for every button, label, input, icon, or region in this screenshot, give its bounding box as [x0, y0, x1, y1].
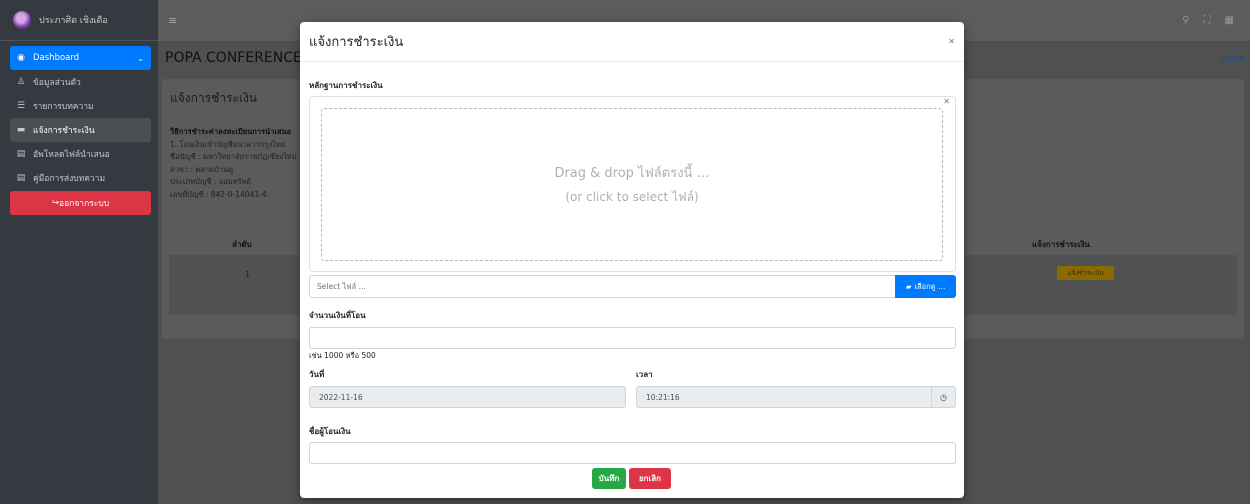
sidebar-item-label: อัพโหลดไฟล์นำเสนอ [33, 150, 110, 160]
brand-name: ประภาศิต เชิงเดือ [39, 16, 108, 26]
sign-out-icon: ↪ [51, 198, 59, 208]
method-line: ชื่อบัญชี : มหาวิทยาลัยราชภัฏเชียงใหม่ [170, 152, 297, 161]
sidebar-item-articles[interactable]: ☰ รายการบทความ [10, 94, 151, 118]
save-button[interactable]: บันทึก [592, 468, 626, 489]
row-number: 1 [245, 270, 251, 279]
date-input[interactable]: 2022-11-16 [309, 386, 626, 408]
method-line: 1. โอนเงินเข้าบัญชีธนาคารกรุงไทย [170, 139, 286, 149]
time-input[interactable]: 10:21:16 [636, 386, 932, 408]
page-title: POPA CONFERENCE [165, 50, 302, 66]
amount-label: จำนวนเงินที่โอน [309, 311, 366, 320]
notify-payment-button[interactable]: แจ้งชำระเงิน [1057, 266, 1114, 280]
grid-icon[interactable]: ▦ [1225, 15, 1234, 26]
modal-title: แจ้งการชำระเงิน [309, 35, 404, 50]
browse-button[interactable]: ▰ เลือกดู … [895, 275, 956, 298]
breadcrumb-home[interactable]: Home [1220, 54, 1244, 63]
column-header-number: ลำดับ [232, 240, 252, 249]
sidebar-item-label: ข้อมูลส่วนตัว [33, 78, 81, 88]
list-icon: ☰ [16, 101, 26, 111]
method-line: เลขที่บัญชี : 842-0-14041-4 [170, 189, 267, 199]
sidebar-item-label: รายการบทความ [33, 102, 94, 112]
hamburger-menu-icon[interactable]: ≡ [168, 14, 177, 27]
modal-header: แจ้งการชำระเงิน ✕ [300, 22, 964, 62]
search-icon[interactable]: ⚲ [1182, 15, 1189, 26]
file-caption-input[interactable]: Select ไฟล์ ... [309, 275, 895, 298]
chevron-down-icon: ⌄ [137, 53, 144, 63]
user-avatar [13, 11, 31, 29]
sidebar-nav: ◉ Dashboard ⌄ ♙ ข้อมูลส่วนตัว ☰ รายการบท… [0, 41, 158, 215]
clock-icon[interactable]: ◷ [932, 386, 956, 408]
method-line: ประเภทบัญชี : ออมทรัพย์ [170, 177, 252, 186]
sidebar-item-dashboard[interactable]: ◉ Dashboard ⌄ [10, 46, 151, 70]
date-label: วันที่ [309, 370, 325, 379]
file-dropzone[interactable]: Drag & drop ไฟล์ตรงนี้ … (or click to se… [321, 108, 943, 261]
file-icon: ▤ [16, 173, 26, 183]
user-icon: ♙ [16, 77, 26, 87]
method-line: สาขา : ตลาดบ้านดู่ [170, 164, 233, 174]
amount-help-text: เช่น 1000 หรือ 500 [309, 351, 376, 360]
dropzone-text: Drag & drop ไฟล์ตรงนี้ … [554, 166, 710, 181]
browse-label: เลือกดู … [914, 281, 946, 291]
file-upload-icon: ▤ [16, 149, 26, 159]
fullscreen-icon[interactable]: ⛶ [1204, 15, 1211, 26]
sidebar-item-manual[interactable]: ▤ คู่มือการส่งบทความ [10, 166, 151, 190]
sidebar-item-label: คู่มือการส่งบทความ [33, 174, 106, 184]
file-preview-area: ✕ Drag & drop ไฟล์ตรงนี้ … (or click to … [309, 96, 956, 272]
brand[interactable]: ประภาศิต เชิงเดือ [0, 0, 158, 41]
payment-modal: แจ้งการชำระเงิน ✕ หลักฐานการชำระเงิน ✕ D… [300, 22, 964, 498]
payer-name-input[interactable] [309, 442, 956, 464]
cancel-button[interactable]: ยกเลิก [629, 468, 671, 489]
column-header-payment: แจ้งการชำระเงิน [1032, 240, 1091, 249]
logout-button[interactable]: ↪ ออกจากระบบ [10, 191, 151, 215]
payer-label: ชื่อผู้โอนเงิน [309, 427, 351, 436]
card-title: แจ้งการชำระเงิน [170, 91, 258, 105]
sidebar-item-label: Dashboard [33, 53, 80, 63]
money-icon: ▬ [16, 125, 26, 135]
payment-method-text: วิธีการชำระค่าลงทะเบียนการนำเสนอ 1. โอนเ… [170, 126, 297, 201]
folder-open-icon: ▰ [905, 282, 912, 291]
sidebar-item-profile[interactable]: ♙ ข้อมูลส่วนตัว [10, 70, 151, 94]
sidebar-item-payment[interactable]: ▬ แจ้งการชำระเงิน [10, 118, 151, 142]
dropzone-subtext: (or click to select ไฟล์) [565, 190, 699, 204]
remove-file-icon[interactable]: ✕ [943, 97, 950, 106]
sidebar: ประภาศิต เชิงเดือ ◉ Dashboard ⌄ ♙ ข้อมูล… [0, 0, 158, 504]
time-label: เวลา [636, 370, 653, 379]
logout-label: ออกจากระบบ [58, 199, 110, 209]
evidence-label: หลักฐานการชำระเงิน [309, 81, 383, 90]
close-icon[interactable]: ✕ [948, 37, 955, 46]
payment-method-title: วิธีการชำระค่าลงทะเบียนการนำเสนอ [170, 127, 292, 136]
sidebar-item-label: แจ้งการชำระเงิน [33, 126, 95, 136]
sidebar-item-upload[interactable]: ▤ อัพโหลดไฟล์นำเสนอ [10, 142, 151, 166]
amount-input[interactable] [309, 327, 956, 349]
tachometer-icon: ◉ [17, 53, 25, 63]
file-input-group: Select ไฟล์ ... ▰ เลือกดู … [309, 275, 956, 298]
